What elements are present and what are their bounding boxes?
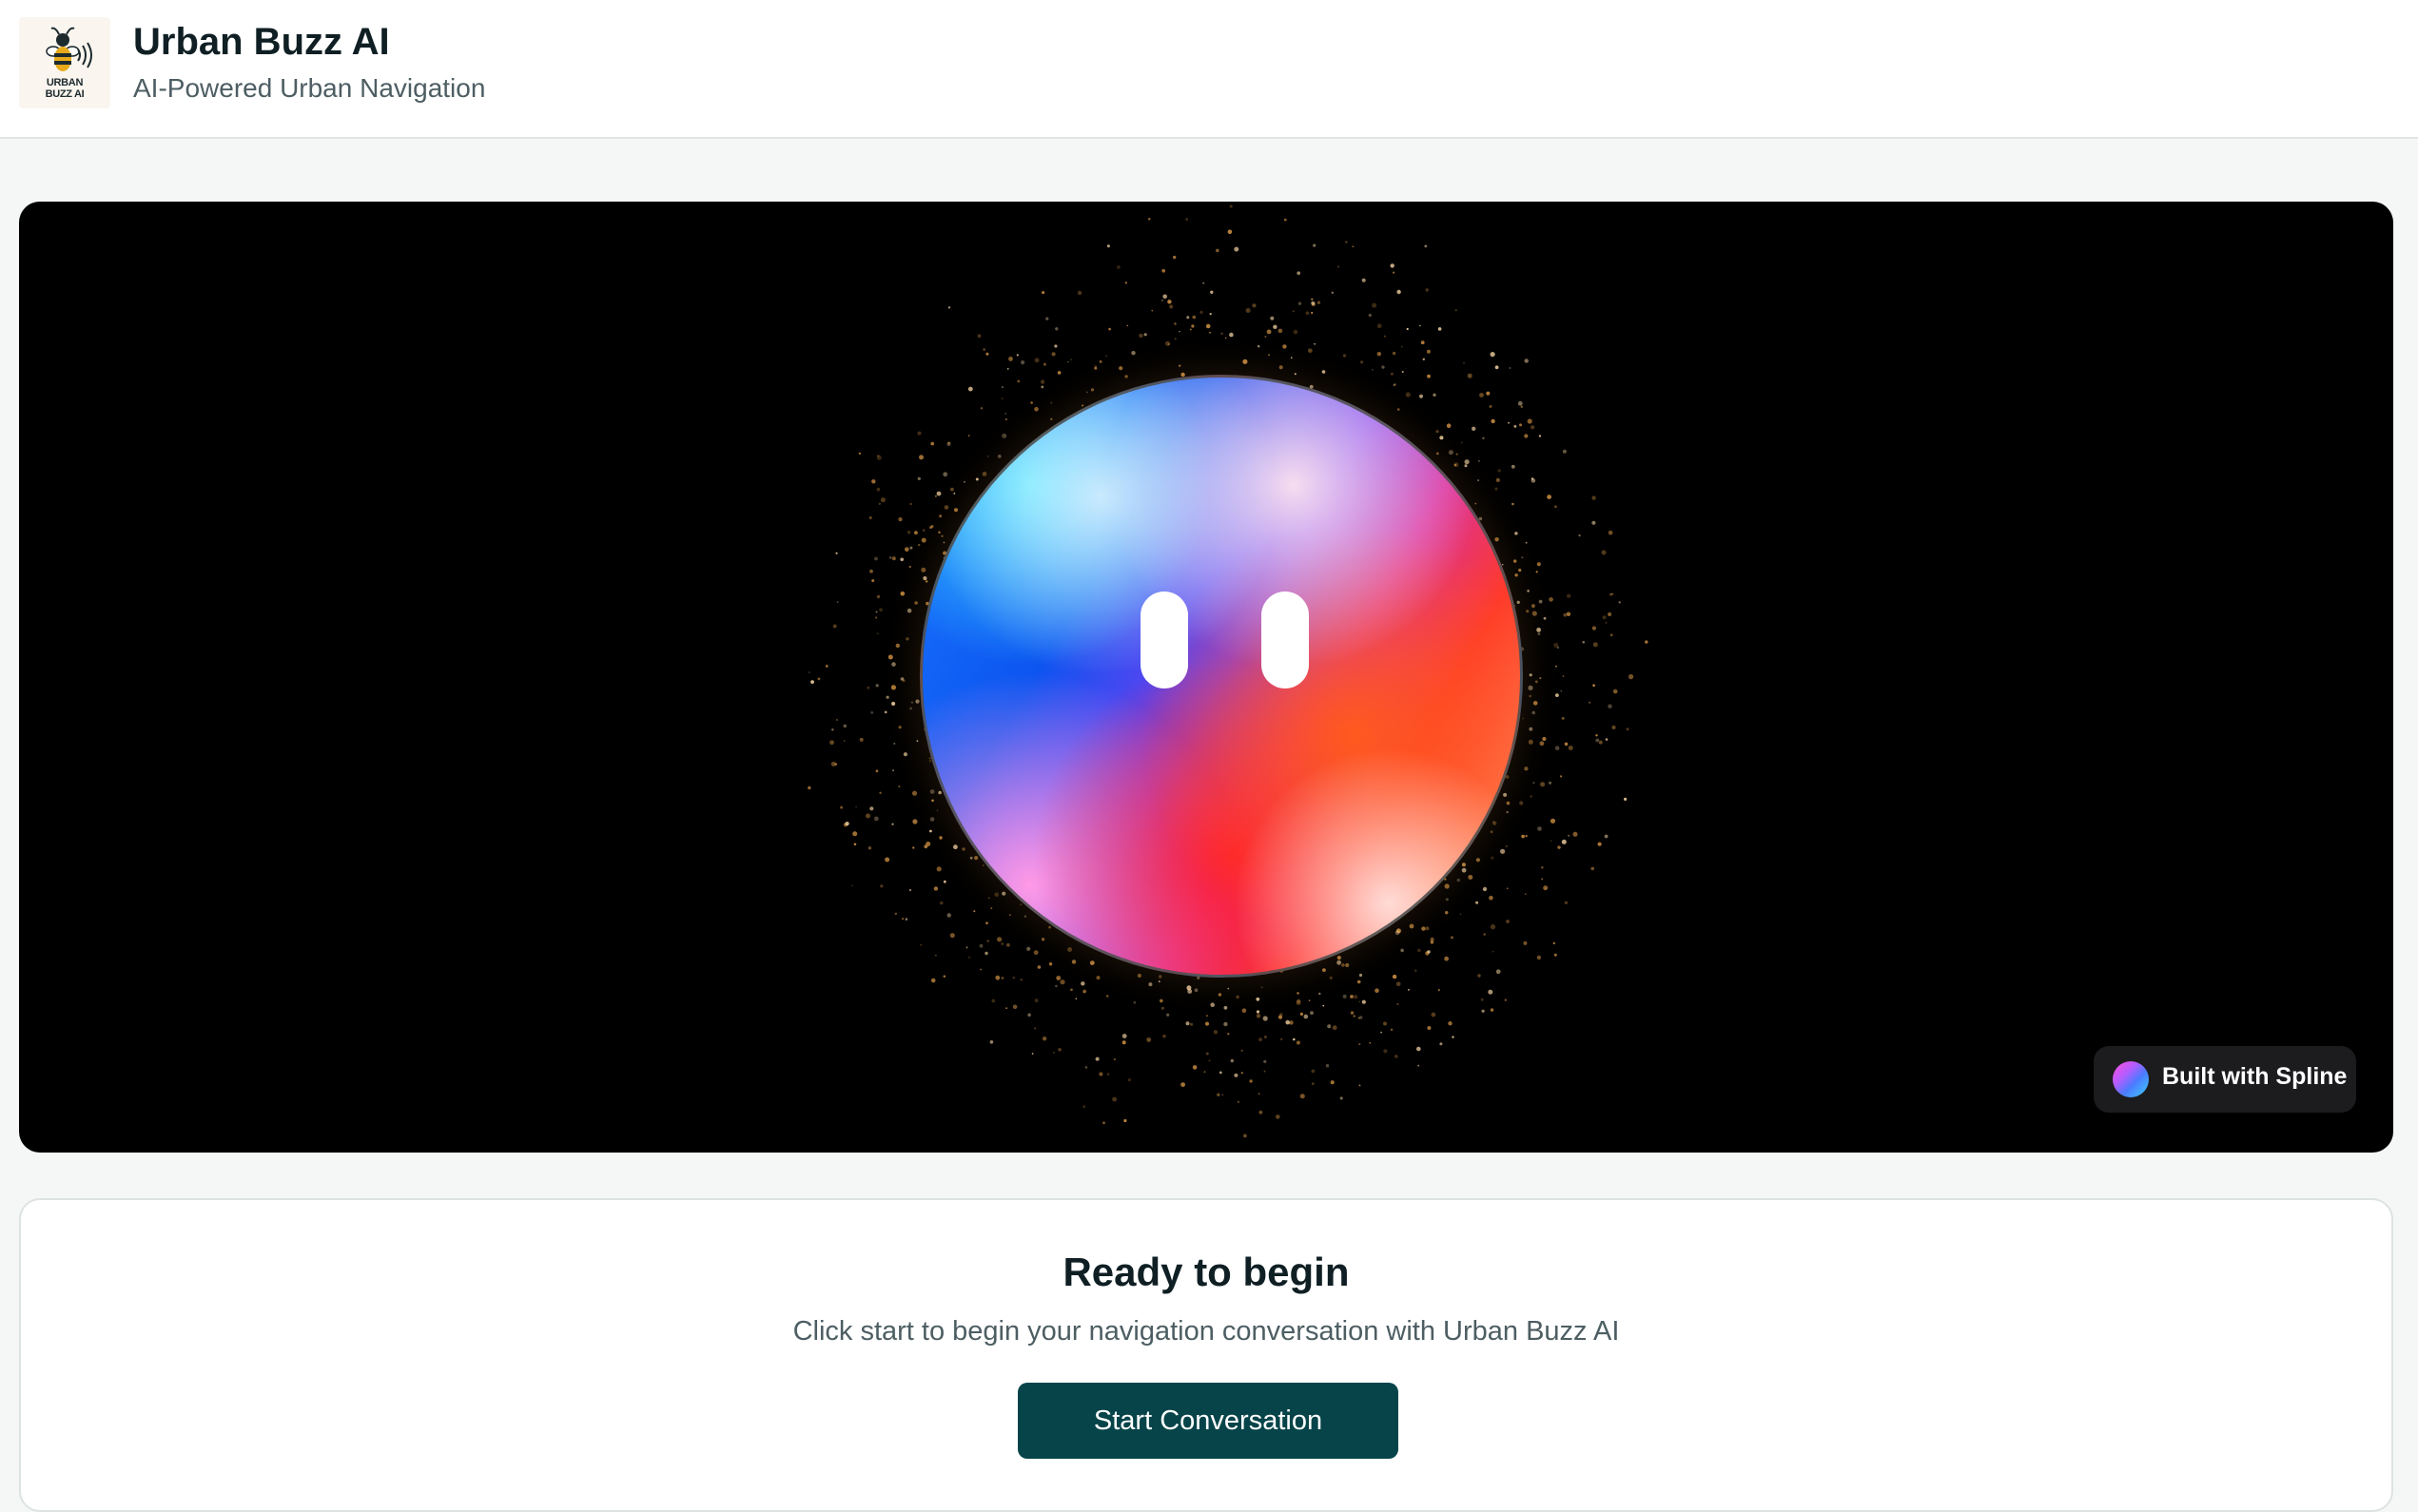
app-logo[interactable]: URBAN BUZZ AI <box>19 17 110 108</box>
ai-orb-avatar[interactable] <box>920 375 1523 978</box>
spline-logo-icon <box>2113 1061 2149 1097</box>
conversation-card: Ready to begin Click start to begin your… <box>19 1198 2393 1512</box>
orb-left-eye <box>1141 591 1188 688</box>
app-title: Urban Buzz AI <box>133 21 390 63</box>
spline-scene[interactable]: Built with Spline <box>19 202 2393 1153</box>
card-description: Click start to begin your navigation con… <box>792 1316 1620 1347</box>
built-with-spline-badge[interactable]: Built with Spline <box>2094 1046 2356 1113</box>
card-title: Ready to begin <box>1063 1250 1350 1294</box>
orb-right-eye <box>1261 591 1309 688</box>
logo-wordmark-line-2: BUZZ AI <box>45 88 85 100</box>
start-conversation-button[interactable]: Start Conversation <box>1018 1383 1398 1459</box>
spline-badge-label: Built with Spline <box>2162 1063 2348 1090</box>
logo-wordmark-line-1: URBAN <box>46 77 84 88</box>
app-subtitle: AI-Powered Urban Navigation <box>133 73 486 103</box>
app-header: URBAN BUZZ AI Urban Buzz AI AI-Powered U… <box>0 0 2418 139</box>
